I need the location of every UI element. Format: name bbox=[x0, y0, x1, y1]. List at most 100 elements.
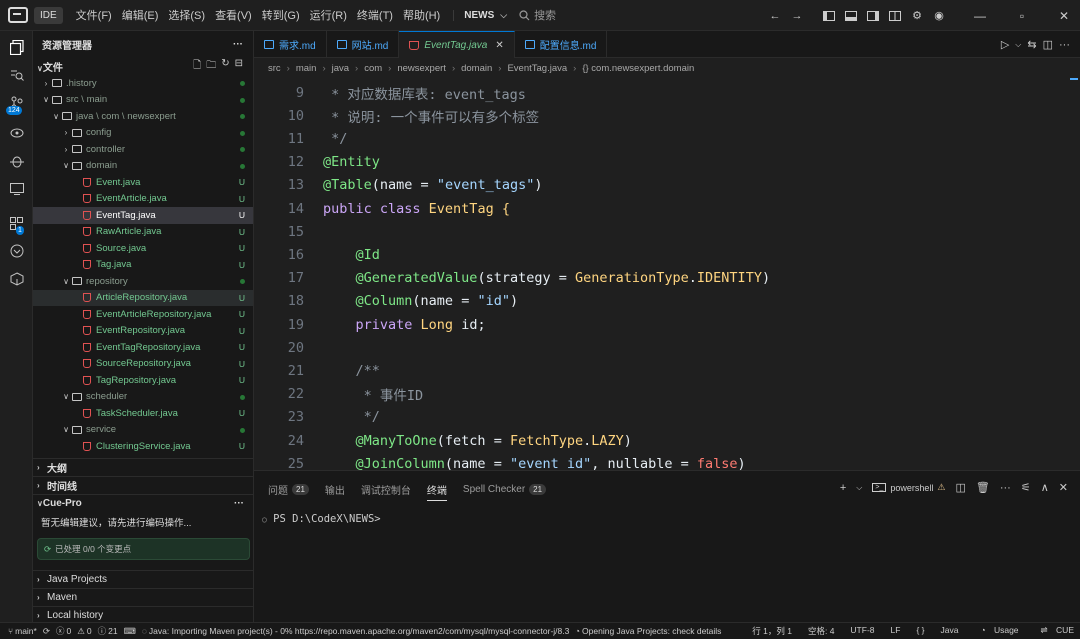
new-file-icon[interactable]: 🗋 bbox=[193, 58, 201, 75]
chevron-down-icon[interactable]: ⌵ bbox=[1015, 40, 1021, 50]
tree-file[interactable]: Source.java U bbox=[33, 240, 253, 257]
tree-file[interactable]: ClusteringService.java U bbox=[33, 438, 253, 455]
breadcrumb-item[interactable]: {} com.newsexpert.domain bbox=[582, 63, 694, 74]
debug-icon[interactable] bbox=[0, 147, 33, 175]
chevron-up-icon[interactable]: ∧ bbox=[1041, 481, 1049, 494]
more-actions-icon[interactable]: ··· bbox=[234, 498, 244, 509]
error-icon[interactable]: ⓧ bbox=[56, 625, 65, 637]
panel-tab[interactable]: 输出 bbox=[325, 482, 345, 497]
more-actions-icon[interactable]: ··· bbox=[233, 39, 243, 50]
chevron-down-icon[interactable]: ⌵ bbox=[856, 483, 862, 493]
tree-file[interactable]: EventTagRepository.java U bbox=[33, 339, 253, 356]
account-icon[interactable]: ◉ bbox=[928, 5, 950, 27]
source-control-icon[interactable]: 124 bbox=[0, 89, 33, 117]
settings-sliders-icon[interactable]: ⚟ bbox=[1021, 481, 1031, 494]
menu-item[interactable]: 转到(G) bbox=[257, 7, 305, 23]
terminal-output[interactable]: ○ PS D:\CodeX\NEWS> bbox=[254, 513, 1080, 525]
close-icon[interactable]: ✕ bbox=[1059, 481, 1068, 494]
java-status-message[interactable]: Java: Importing Maven project(s) - 0% ht… bbox=[149, 626, 569, 636]
tree-file[interactable]: TaskScheduler.java U bbox=[33, 405, 253, 422]
tree-file[interactable]: ArticleRepository.java U bbox=[33, 289, 253, 306]
editor-tab[interactable]: EventTag.java ✕ bbox=[399, 31, 515, 58]
refresh-icon[interactable]: ↻ bbox=[221, 58, 229, 75]
toggle-secondary-sidebar-icon[interactable] bbox=[862, 5, 884, 27]
toggle-panel-icon[interactable] bbox=[840, 5, 862, 27]
menu-item[interactable]: 终端(T) bbox=[352, 7, 398, 23]
tree-file[interactable]: EventArticleRepository.java U bbox=[33, 306, 253, 323]
branch-icon[interactable]: ⑂ bbox=[8, 626, 13, 636]
menu-item[interactable]: 查看(V) bbox=[210, 7, 257, 23]
close-button[interactable]: ✕ bbox=[1048, 9, 1080, 23]
diff-icon[interactable]: ⇆ bbox=[1027, 38, 1036, 51]
menu-item[interactable]: 文件(F) bbox=[71, 7, 117, 23]
panel-tab[interactable]: 终端 bbox=[426, 482, 447, 501]
indentation[interactable]: 空格: 4 bbox=[808, 625, 834, 637]
tree-folder[interactable]: ∨ repository bbox=[33, 273, 253, 290]
new-folder-icon[interactable]: 🗀 bbox=[206, 58, 216, 75]
gear-icon[interactable]: ⚙ bbox=[906, 5, 928, 27]
outline-section-header[interactable]: › 大纲 bbox=[33, 458, 253, 476]
terminal-ports-icon[interactable]: ⌨ bbox=[124, 626, 136, 637]
split-terminal-icon[interactable]: ◫ bbox=[955, 481, 965, 494]
package-icon[interactable] bbox=[0, 265, 33, 293]
tree-file[interactable]: Event.java U bbox=[33, 174, 253, 191]
maven-header[interactable]: › Maven bbox=[33, 588, 253, 606]
opening-projects-message[interactable]: Opening Java Projects: check details bbox=[582, 626, 721, 636]
info-icon[interactable]: ⓘ bbox=[98, 625, 107, 637]
more-actions-icon[interactable]: ··· bbox=[1059, 39, 1070, 51]
line-ending[interactable]: LF bbox=[891, 625, 901, 637]
extensions-icon[interactable]: 1 bbox=[0, 209, 33, 237]
toggle-sidebar-icon[interactable] bbox=[818, 5, 840, 27]
add-terminal-icon[interactable]: + bbox=[840, 482, 846, 494]
breadcrumb-item[interactable]: src bbox=[268, 63, 281, 74]
language-mode[interactable]: Java bbox=[940, 625, 958, 637]
java-projects-header[interactable]: › Java Projects bbox=[33, 570, 253, 588]
tree-file[interactable]: EventRepository.java U bbox=[33, 323, 253, 340]
forward-arrow-icon[interactable]: → bbox=[786, 5, 808, 27]
run-view-icon[interactable] bbox=[0, 119, 33, 147]
close-icon[interactable]: ✕ bbox=[495, 40, 503, 51]
branch-name[interactable]: main* bbox=[15, 626, 37, 636]
editor-tab[interactable]: 网站.md bbox=[327, 31, 400, 58]
files-section-header[interactable]: ∨文件 🗋 🗀 ↻ ⊟ bbox=[33, 57, 253, 75]
cursor-position[interactable]: 行 1，列 1 bbox=[752, 625, 792, 637]
local-history-header[interactable]: › Local history bbox=[33, 606, 253, 622]
command-search[interactable]: 搜索 bbox=[519, 7, 556, 23]
breadcrumb-item[interactable]: EventTag.java bbox=[507, 63, 567, 74]
menu-item[interactable]: 选择(S) bbox=[163, 7, 210, 23]
tree-folder[interactable]: ∨ java \ com \ newsexpert bbox=[33, 108, 253, 125]
panel-tab[interactable]: 调试控制台 bbox=[361, 482, 411, 497]
warning-icon[interactable]: ⚠ bbox=[77, 626, 85, 637]
copilot-icon[interactable] bbox=[0, 237, 33, 265]
breadcrumb-item[interactable]: com bbox=[364, 63, 382, 74]
tree-folder[interactable]: ∨ service bbox=[33, 422, 253, 439]
maximize-button[interactable]: ▫ bbox=[1006, 9, 1038, 23]
breadcrumb-item[interactable]: java bbox=[332, 63, 349, 74]
explorer-icon[interactable] bbox=[0, 33, 33, 61]
layout-icon[interactable] bbox=[884, 5, 906, 27]
tree-folder[interactable]: › controller bbox=[33, 141, 253, 158]
breadcrumb-item[interactable]: domain bbox=[461, 63, 492, 74]
minimize-button[interactable]: — bbox=[964, 9, 996, 23]
tree-folder[interactable]: ∨ domain bbox=[33, 158, 253, 175]
split-editor-icon[interactable]: ◫ bbox=[1043, 38, 1053, 51]
code-editor[interactable]: 9 * 对应数据库表: event_tags 10 * 说明: 一个事件可以有多个… bbox=[254, 78, 1080, 470]
editor-tab[interactable]: 配置信息.md bbox=[515, 31, 608, 58]
terminal-selector[interactable]: >_ powershell ⚠ bbox=[872, 482, 945, 493]
trash-icon[interactable]: 🗑 bbox=[976, 481, 990, 494]
tree-folder[interactable]: › config bbox=[33, 125, 253, 142]
editor-tab[interactable]: 需求.md bbox=[254, 31, 327, 58]
tree-file[interactable]: EventArticle.java U bbox=[33, 191, 253, 208]
tree-folder[interactable]: › .history bbox=[33, 75, 253, 92]
back-arrow-icon[interactable]: ← bbox=[764, 5, 786, 27]
usage-item[interactable]: ◔ Usage bbox=[974, 625, 1018, 637]
tree-file[interactable]: Tag.java U bbox=[33, 257, 253, 274]
cue-item[interactable]: ⇌ CUE bbox=[1035, 625, 1074, 637]
tree-file[interactable]: SourceRepository.java U bbox=[33, 356, 253, 373]
timeline-section-header[interactable]: › 时间线 bbox=[33, 476, 253, 494]
breadcrumb-item[interactable]: newsexpert bbox=[397, 63, 446, 74]
remote-explorer-icon[interactable] bbox=[0, 175, 33, 203]
tree-file[interactable]: TagRepository.java U bbox=[33, 372, 253, 389]
menu-item[interactable]: 帮助(H) bbox=[398, 7, 445, 23]
tree-folder[interactable]: ∨ src \ main bbox=[33, 92, 253, 109]
